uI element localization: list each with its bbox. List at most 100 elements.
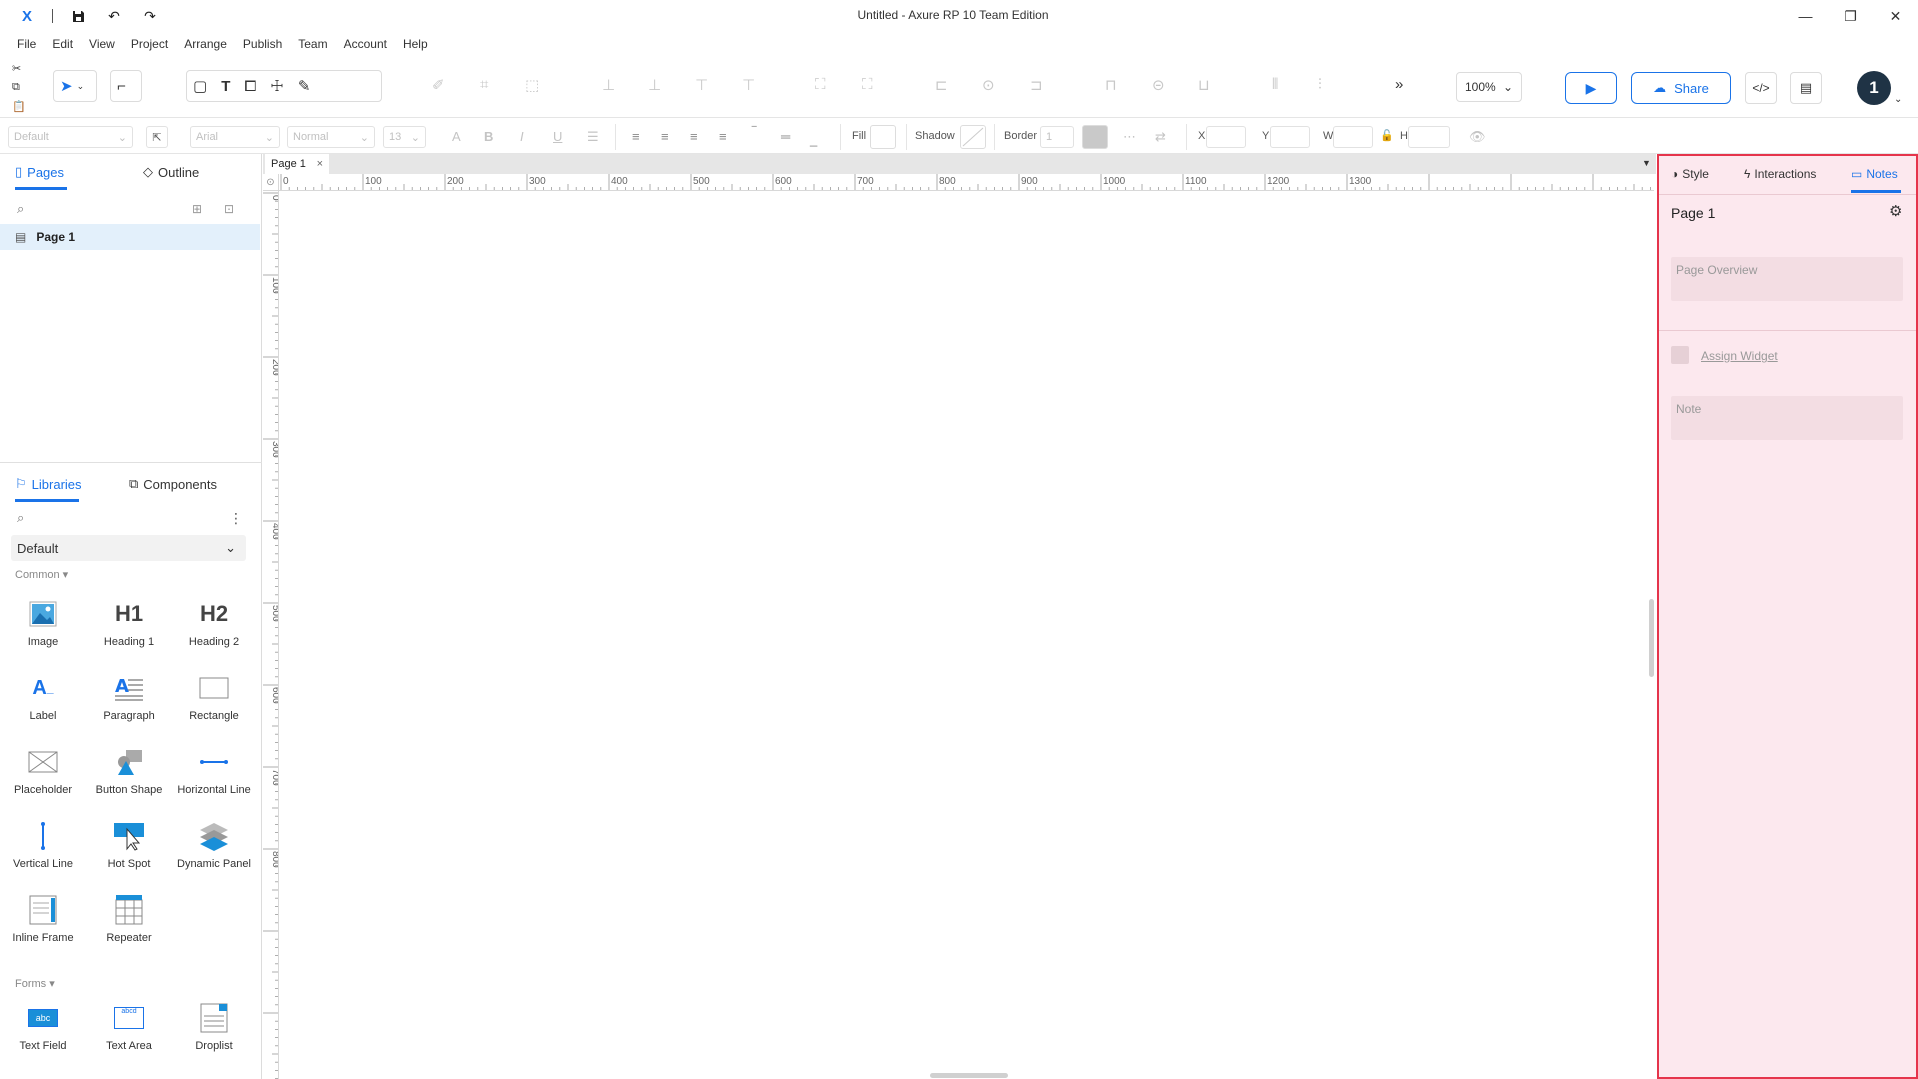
inline-frame-tool-icon[interactable]: ⧠ bbox=[244, 78, 256, 95]
bullet-list-icon[interactable]: ☰ bbox=[587, 129, 599, 145]
align-center-icon[interactable]: ⊙ bbox=[982, 76, 995, 94]
code-icon[interactable]: </> bbox=[1745, 72, 1777, 104]
ungroup-icon[interactable]: ⛶ bbox=[862, 76, 873, 93]
crop-icon[interactable]: ⌗ bbox=[480, 76, 488, 93]
distribute-v-icon[interactable]: ⫶ bbox=[1318, 76, 1322, 93]
menu-account[interactable]: Account bbox=[336, 37, 395, 51]
widget-button-shape[interactable]: Button Shape bbox=[86, 744, 172, 814]
select-tool-button[interactable]: ➤ ⌄ bbox=[53, 70, 97, 102]
hotspot-tool-icon[interactable]: ☩ bbox=[270, 77, 283, 95]
italic-icon[interactable]: I bbox=[520, 129, 524, 144]
distribute-h-icon[interactable]: ⫴ bbox=[1272, 76, 1278, 93]
send-back-icon[interactable]: ⊤ bbox=[742, 76, 755, 94]
align-left-icon[interactable]: ⊏ bbox=[935, 76, 948, 94]
assign-widget-link[interactable]: Assign Widget bbox=[1701, 349, 1778, 363]
menu-view[interactable]: View bbox=[81, 37, 123, 51]
valign-middle-icon[interactable]: ═ bbox=[781, 129, 790, 144]
maximize-button[interactable]: ❐ bbox=[1828, 0, 1873, 32]
connector-tool-button[interactable]: ⌐ bbox=[110, 70, 142, 102]
align-top-icon[interactable]: ⊥ bbox=[602, 76, 615, 94]
avatar-chevron-icon[interactable]: ⌄ bbox=[1894, 94, 1902, 105]
tab-interactions[interactable]: ϟ Interactions bbox=[1744, 167, 1816, 181]
menu-project[interactable]: Project bbox=[123, 37, 176, 51]
more-tools-icon[interactable]: » bbox=[1395, 76, 1403, 93]
justify-text-icon[interactable]: ≡ bbox=[719, 129, 727, 144]
horizontal-scrollbar[interactable] bbox=[930, 1073, 1008, 1078]
align-top-edge-icon[interactable]: ⊓ bbox=[1105, 76, 1117, 94]
widget-image[interactable]: Image bbox=[0, 596, 86, 666]
border-width-input[interactable]: 1 bbox=[1040, 126, 1074, 148]
zoom-select[interactable]: 100% ⌄ bbox=[1456, 72, 1522, 102]
align-text-center-icon[interactable]: ≡ bbox=[661, 129, 669, 144]
library-select[interactable]: Default ⌄ bbox=[11, 535, 246, 561]
tab-outline[interactable]: ◇ Outline bbox=[143, 164, 199, 180]
close-button[interactable]: ✕ bbox=[1873, 0, 1918, 32]
tab-components[interactable]: ⧉ Components bbox=[129, 476, 217, 492]
widget-inline-frame[interactable]: Inline Frame bbox=[0, 892, 86, 962]
widget-text-field[interactable]: abc Text Field bbox=[0, 1000, 86, 1070]
pen-tool-icon[interactable]: ✎ bbox=[298, 77, 311, 95]
widget-text-area[interactable]: abcd Text Area bbox=[86, 1000, 172, 1070]
tab-notes[interactable]: ▭ Notes bbox=[1851, 167, 1898, 181]
menu-edit[interactable]: Edit bbox=[44, 37, 81, 51]
tabs-dropdown-icon[interactable]: ▼ bbox=[1642, 158, 1651, 168]
share-button[interactable]: ☁ Share bbox=[1631, 72, 1731, 104]
library-search-icon[interactable]: ⌕ bbox=[17, 510, 24, 526]
tab-pages[interactable]: ▯ Pages bbox=[15, 164, 64, 180]
fill-swatch[interactable] bbox=[870, 125, 896, 149]
tab-style[interactable]: ◑ Style bbox=[1671, 167, 1709, 181]
close-tab-icon[interactable]: × bbox=[317, 158, 323, 170]
widget-heading-2[interactable]: H2 Heading 2 bbox=[171, 596, 257, 666]
minimize-button[interactable]: — bbox=[1783, 0, 1828, 32]
add-page-icon[interactable]: ⊞ bbox=[192, 202, 202, 216]
widget-heading-1[interactable]: H1 Heading 1 bbox=[86, 596, 172, 666]
section-forms[interactable]: Forms ▾ bbox=[15, 977, 55, 990]
w-input[interactable] bbox=[1333, 126, 1373, 148]
menu-publish[interactable]: Publish bbox=[235, 37, 290, 51]
gear-icon[interactable]: ⚙ bbox=[1889, 202, 1902, 220]
section-common[interactable]: Common ▾ bbox=[15, 568, 68, 581]
bring-front-icon[interactable]: ⊤ bbox=[695, 76, 708, 94]
y-input[interactable] bbox=[1270, 126, 1310, 148]
transform-icon[interactable]: ⬚ bbox=[525, 76, 539, 94]
valign-top-icon[interactable]: ‾ bbox=[752, 124, 756, 139]
align-middle-icon[interactable]: ⊝ bbox=[1152, 76, 1165, 94]
preview-button[interactable]: ▶ bbox=[1565, 72, 1617, 104]
style-select[interactable]: Default ⌄ bbox=[8, 126, 133, 148]
align-text-left-icon[interactable]: ≡ bbox=[632, 129, 640, 144]
shadow-swatch[interactable] bbox=[960, 125, 986, 149]
group-icon[interactable]: ⛶ bbox=[815, 76, 826, 93]
h-input[interactable] bbox=[1408, 126, 1450, 148]
copy-icon[interactable]: ⧉ bbox=[12, 81, 26, 94]
note-field[interactable]: Note bbox=[1671, 396, 1903, 440]
eyedropper-icon[interactable]: ✐ bbox=[432, 76, 445, 94]
widget-dynamic-panel[interactable]: Dynamic Panel bbox=[171, 818, 257, 888]
align-bottom-icon[interactable]: ⊥ bbox=[648, 76, 661, 94]
menu-file[interactable]: File bbox=[9, 37, 44, 51]
ruler-origin-icon[interactable]: ⊙ bbox=[263, 174, 279, 191]
canvas-area[interactable]: Page 1 × ▼ ⊙ 0 100 200 300 400 500 600 700 800 90… bbox=[263, 154, 1656, 1079]
cut-icon[interactable]: ✂ bbox=[12, 62, 26, 75]
assign-widget-checkbox[interactable] bbox=[1671, 346, 1689, 364]
align-bottom-edge-icon[interactable]: ⊔ bbox=[1198, 76, 1210, 94]
add-folder-icon[interactable]: ⊡ bbox=[224, 202, 234, 216]
more-options-icon[interactable]: ⋮ bbox=[229, 510, 243, 527]
avatar[interactable]: 1 bbox=[1857, 71, 1891, 105]
align-right-icon[interactable]: ⊐ bbox=[1030, 76, 1043, 94]
widget-label[interactable]: A _ Label bbox=[0, 670, 86, 740]
widget-hot-spot[interactable]: Hot Spot bbox=[86, 818, 172, 888]
border-sides-icon[interactable]: ⇄ bbox=[1155, 129, 1166, 145]
align-text-right-icon[interactable]: ≡ bbox=[690, 129, 698, 144]
page-tab-page-1[interactable]: Page 1 × bbox=[265, 154, 329, 174]
widget-repeater[interactable]: Repeater bbox=[86, 892, 172, 962]
font-size-select[interactable]: 13 ⌄ bbox=[383, 126, 426, 148]
lock-ratio-icon[interactable]: 🔓 bbox=[1380, 129, 1394, 142]
style-edit-icon[interactable]: ⇱ bbox=[146, 126, 168, 148]
widget-paragraph[interactable]: A Paragraph bbox=[86, 670, 172, 740]
menu-arrange[interactable]: Arrange bbox=[176, 37, 235, 51]
font-weight-select[interactable]: Normal ⌄ bbox=[287, 126, 375, 148]
search-icon[interactable]: ⌕ bbox=[17, 201, 24, 217]
paste-icon[interactable]: 📋 bbox=[12, 100, 26, 113]
page-overview-field[interactable]: Page Overview bbox=[1671, 257, 1903, 301]
border-color-swatch[interactable] bbox=[1082, 125, 1108, 149]
